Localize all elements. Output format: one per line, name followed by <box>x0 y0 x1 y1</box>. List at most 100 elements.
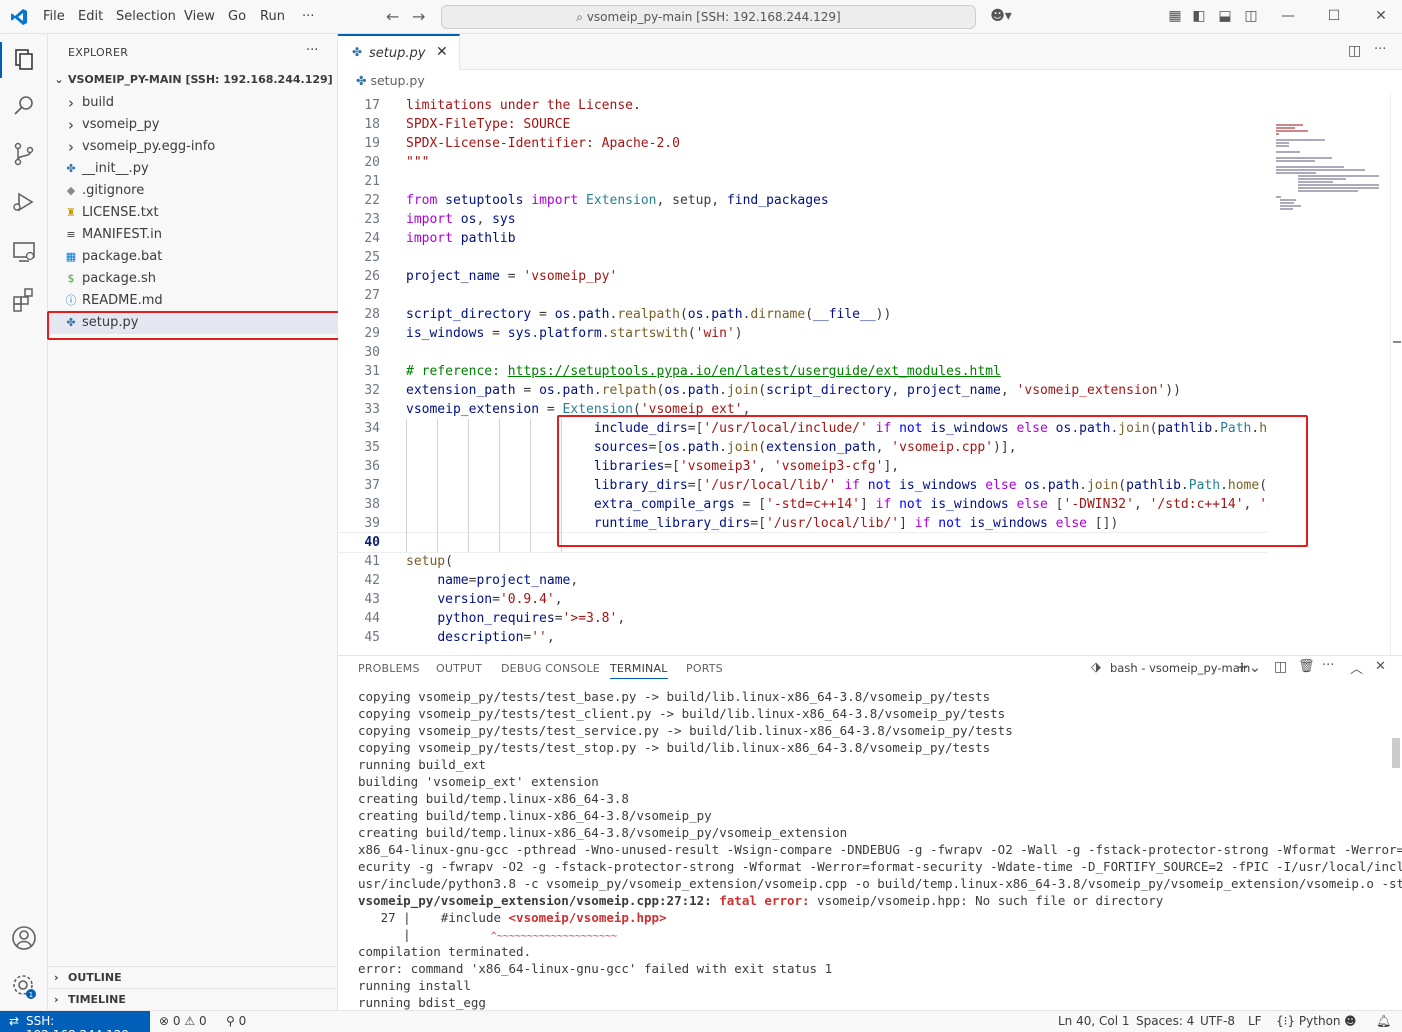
code-line[interactable]: 44 python_requires='>=3.8', <box>338 609 1268 628</box>
code-line[interactable]: 28 script_directory = os.path.realpath(os… <box>338 305 1268 324</box>
explorer-more-button[interactable]: ··· <box>306 43 318 58</box>
close-panel-icon[interactable]: ✕ <box>1375 659 1386 674</box>
code-line[interactable]: 21 <box>338 172 1268 191</box>
explorer-icon[interactable] <box>10 46 38 74</box>
code-line[interactable]: 17 limitations under the License. <box>338 96 1268 115</box>
search-icon[interactable] <box>10 92 38 120</box>
tab-ports[interactable]: PORTS <box>686 662 723 675</box>
explorer-item[interactable]: › vsomeip_py <box>48 114 338 136</box>
accounts-icon[interactable] <box>10 924 38 952</box>
explorer-item[interactable]: ✤ __init__.py <box>48 158 338 180</box>
explorer-item[interactable]: ≡ MANIFEST.in <box>48 224 338 246</box>
editor-scrollbar[interactable] <box>1390 94 1402 655</box>
explorer-item[interactable]: ◆ .gitignore <box>48 180 338 202</box>
code-line[interactable]: 29 is_windows = sys.platform.startswith('… <box>338 324 1268 343</box>
ports-status[interactable]: ⚲ 0 <box>226 1014 246 1028</box>
outline-section[interactable]: › OUTLINE <box>48 966 338 988</box>
copilot-icon[interactable]: ☻▾ <box>988 8 1014 26</box>
extensions-icon[interactable] <box>10 286 38 314</box>
code-view[interactable]: 17 limitations under the License. 18 SPDX-F… <box>338 94 1268 655</box>
source-control-icon[interactable] <box>10 140 38 168</box>
kill-terminal-icon[interactable]: 🗑 <box>1298 659 1315 674</box>
tab-problems[interactable]: PROBLEMS <box>358 662 420 675</box>
code-line[interactable]: 27 <box>338 286 1268 305</box>
line-number: 22 <box>364 193 380 208</box>
minimap[interactable] <box>1268 94 1390 655</box>
toggle-sidebar-icon[interactable]: ◧ <box>1190 8 1208 26</box>
code-line[interactable]: 43 version='0.9.4', <box>338 590 1268 609</box>
workspace-root[interactable]: ⌄ VSOMEIP_PY-MAIN [SSH: 192.168.244.129] <box>48 69 338 91</box>
cursor-position[interactable]: Ln 40, Col 1 <box>1058 1014 1130 1028</box>
terminal-line: copying vsomeip_py/tests/test_client.py … <box>358 706 1006 721</box>
terminal-scrollbar[interactable] <box>1390 686 1402 1011</box>
line-number: 29 <box>364 326 380 341</box>
end-of-line[interactable]: LF <box>1248 1014 1262 1028</box>
code-line[interactable]: 41 setup( <box>338 552 1268 571</box>
maximize-panel-icon[interactable]: ︿ <box>1350 658 1363 677</box>
explorer-item[interactable]: ♜ LICENSE.txt <box>48 202 338 224</box>
tab-terminal[interactable]: TERMINAL <box>610 662 668 679</box>
tab-output[interactable]: OUTPUT <box>436 662 482 675</box>
text-file-icon: ≡ <box>66 228 76 241</box>
code-line[interactable]: 24 import pathlib <box>338 229 1268 248</box>
toggle-panel-icon[interactable]: ⬓ <box>1216 8 1234 26</box>
menu-selection[interactable]: Selection <box>116 9 176 24</box>
indent-guide <box>530 419 531 552</box>
close-tab-icon[interactable]: ✕ <box>436 44 448 60</box>
run-debug-icon[interactable] <box>10 188 38 216</box>
explorer-item[interactable]: › vsomeip_py.egg-info <box>48 136 338 158</box>
menu-edit[interactable]: Edit <box>78 9 103 24</box>
forward-arrow-icon[interactable]: → <box>412 7 425 26</box>
panel-more-icon[interactable]: ··· <box>1322 658 1334 673</box>
minimize-icon[interactable]: — <box>1279 8 1297 26</box>
back-arrow-icon[interactable]: ← <box>386 7 399 26</box>
explorer-item[interactable]: ▦ package.bat <box>48 246 338 268</box>
code-line[interactable]: 18 SPDX-FileType: SOURCE <box>338 115 1268 134</box>
split-editor-icon[interactable]: ◫ <box>1348 43 1361 59</box>
explorer-item[interactable]: $ package.sh <box>48 268 338 290</box>
language-mode[interactable]: {⁝} Python <box>1276 1014 1341 1028</box>
code-line[interactable]: 31 # reference: https://setuptools.pypa.i… <box>338 362 1268 381</box>
menu-file[interactable]: File <box>43 9 65 24</box>
menu-view[interactable]: View <box>184 9 215 24</box>
code-line[interactable]: 32 extension_path = os.path.relpath(os.pa… <box>338 381 1268 400</box>
code-line[interactable]: 20 """ <box>338 153 1268 172</box>
code-line[interactable]: 23 import os, sys <box>338 210 1268 229</box>
explorer-item[interactable]: › build <box>48 92 338 114</box>
remote-explorer-icon[interactable] <box>10 238 38 266</box>
close-window-icon[interactable]: ✕ <box>1372 8 1390 26</box>
code-line[interactable]: 25 <box>338 248 1268 267</box>
maximize-icon[interactable]: ☐ <box>1325 8 1343 26</box>
tab-setup-py[interactable]: ✤ setup.py ✕ <box>338 34 460 70</box>
breadcrumb[interactable]: ✤ setup.py <box>356 73 425 88</box>
command-center[interactable]: ⌕ vsomeip_py-main [SSH: 192.168.244.129] <box>441 5 976 29</box>
code-line[interactable]: 42 name=project_name, <box>338 571 1268 590</box>
code-line[interactable]: 22 from setuptools import Extension, setu… <box>338 191 1268 210</box>
indentation[interactable]: Spaces: 4 <box>1136 1014 1194 1028</box>
code-line[interactable]: 30 <box>338 343 1268 362</box>
remote-indicator[interactable]: ⇄ SSH: 192.168.244.129 <box>0 1011 150 1032</box>
problems-status[interactable]: ⊗ 0 ⚠ 0 <box>159 1014 207 1028</box>
explorer-item[interactable]: ⓘ README.md <box>48 290 338 312</box>
shell-file-icon: $ <box>67 272 75 285</box>
timeline-section[interactable]: › TIMELINE <box>48 988 338 1010</box>
split-terminal-icon[interactable]: ◫ <box>1274 659 1287 675</box>
tab-debug-console[interactable]: DEBUG CONSOLE <box>501 662 600 675</box>
code-line[interactable]: 19 SPDX-License-Identifier: Apache-2.0 <box>338 134 1268 153</box>
editor-area: ✤ setup.py ✕ ◫ ··· ✤ setup.py 17 limitati… <box>338 34 1402 655</box>
menu-run[interactable]: Run <box>260 9 285 24</box>
code-line[interactable]: 45 description='', <box>338 628 1268 647</box>
encoding[interactable]: UTF-8 <box>1200 1014 1235 1028</box>
terminal-name[interactable]: bash - vsomeip_py-main <box>1110 661 1250 675</box>
notifications-bell-icon[interactable]: 🔔︎ <box>1376 1014 1391 1028</box>
new-terminal-icon[interactable]: +⌄ <box>1236 658 1261 676</box>
menu-go[interactable]: Go <box>228 9 246 24</box>
manage-gear-icon[interactable]: 1 <box>10 972 38 1000</box>
minimap-line <box>1276 157 1332 159</box>
copilot-status-icon[interactable]: ☻ <box>1344 1014 1357 1028</box>
editor-more-icon[interactable]: ··· <box>1374 42 1386 57</box>
customize-layout-icon[interactable]: ▦ <box>1166 8 1184 26</box>
menu-more[interactable]: ··· <box>302 9 314 24</box>
toggle-secondary-sidebar-icon[interactable]: ◫ <box>1242 8 1260 26</box>
code-line[interactable]: 26 project_name = 'vsomeip_py' <box>338 267 1268 286</box>
